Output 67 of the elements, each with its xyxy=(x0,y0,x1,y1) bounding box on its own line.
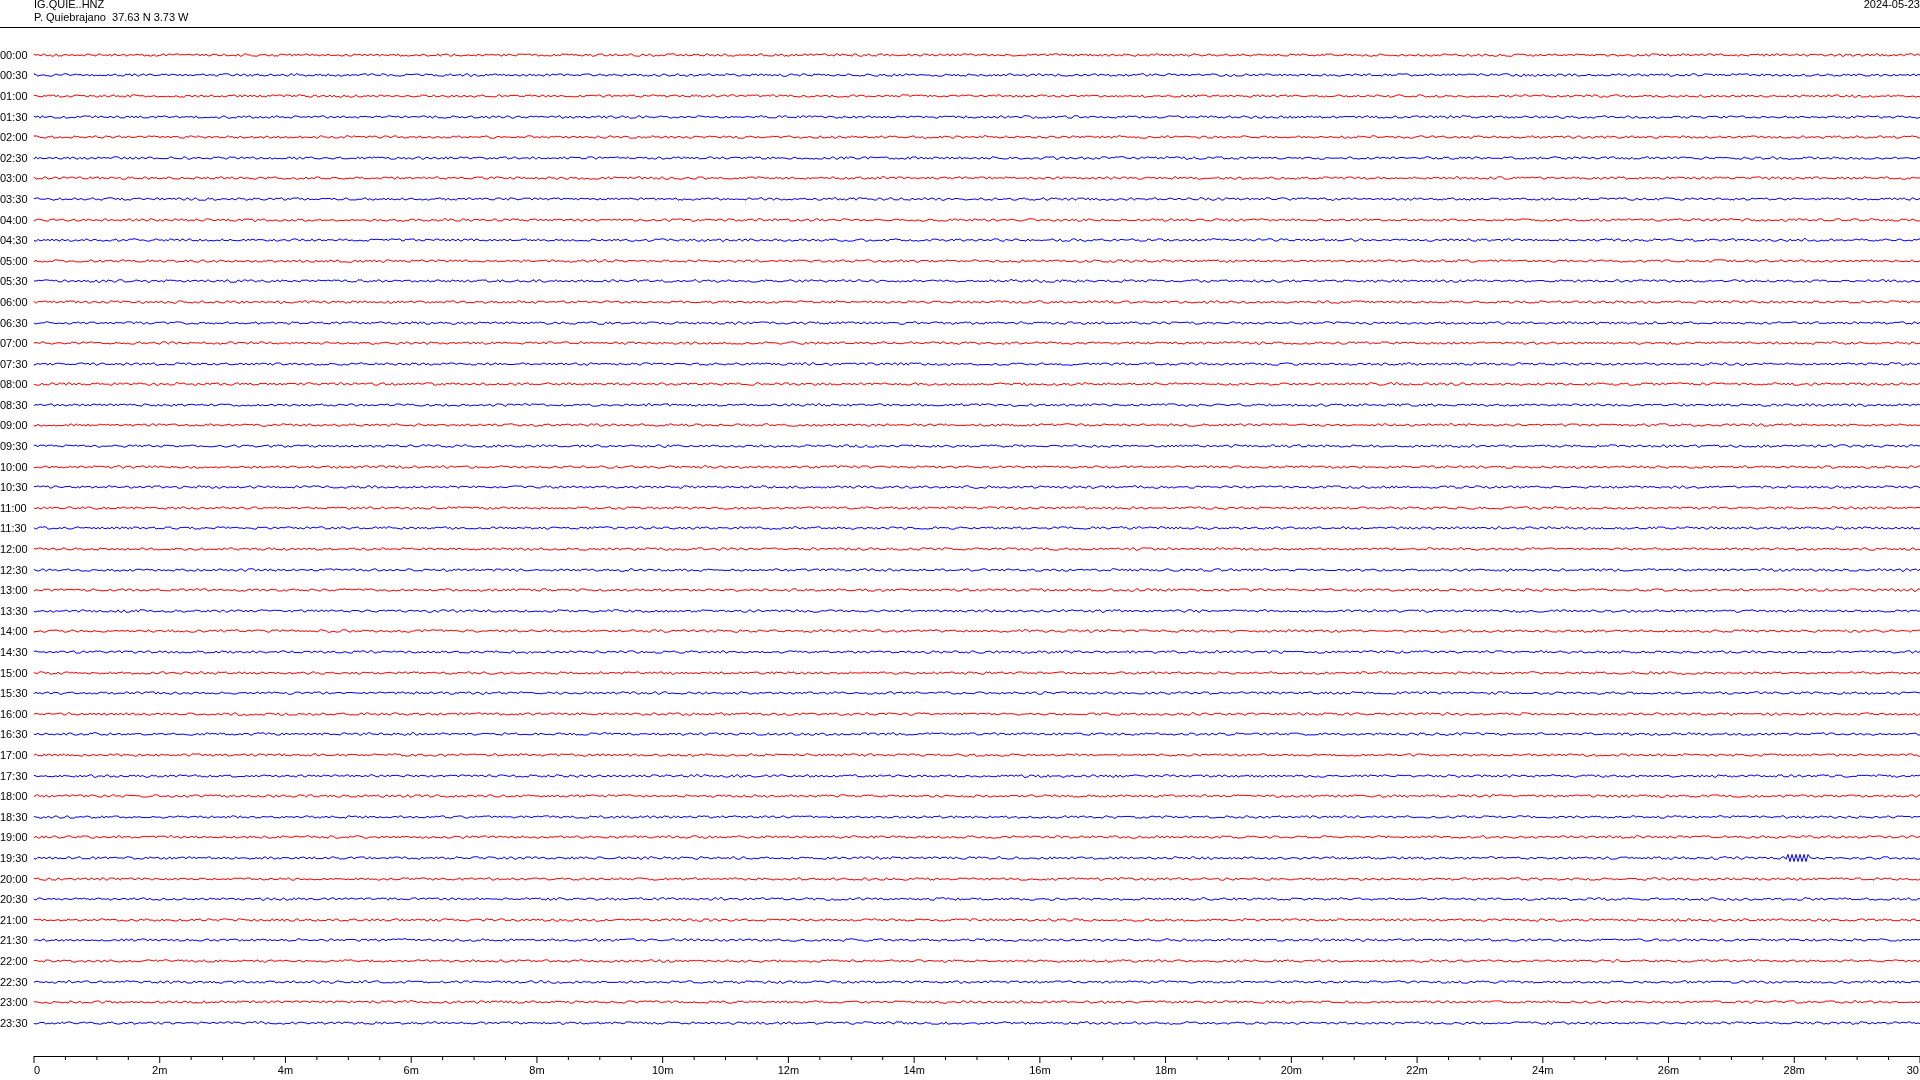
tick-label: 8m xyxy=(529,1064,545,1076)
tick-label: 4m xyxy=(277,1064,294,1076)
time-label: 02:30 xyxy=(0,151,29,164)
time-label: 13:30 xyxy=(0,604,29,617)
time-label: 04:00 xyxy=(0,213,29,226)
time-label: 00:00 xyxy=(0,48,29,61)
tick-label: 24m xyxy=(1532,1064,1554,1076)
station-code: IG.QUIE..HNZ xyxy=(34,0,106,11)
date-label: 2024-05-23 xyxy=(1863,0,1920,11)
tick-label: 22m xyxy=(1406,1064,1428,1076)
tick-label: 30 xyxy=(1906,1064,1919,1076)
time-label: 08:30 xyxy=(0,398,29,411)
time-label: 22:00 xyxy=(0,954,29,967)
tick-label: 10m xyxy=(651,1064,674,1076)
time-label: 04:30 xyxy=(0,234,29,247)
time-label: 23:00 xyxy=(0,996,29,1009)
time-label: 01:30 xyxy=(0,110,29,123)
time-label: 19:00 xyxy=(0,831,29,844)
time-label: 03:00 xyxy=(0,172,29,185)
time-label: 11:30 xyxy=(0,522,28,535)
time-label: 06:30 xyxy=(0,316,29,329)
time-label: 21:00 xyxy=(0,913,29,926)
tick-label: 28m xyxy=(1783,1064,1805,1076)
time-label: 21:30 xyxy=(0,934,29,947)
time-label: 05:30 xyxy=(0,275,29,288)
time-label: 17:30 xyxy=(0,769,29,782)
time-label: 09:30 xyxy=(0,440,29,453)
tick-label: 2m xyxy=(152,1064,168,1076)
time-label: 23:30 xyxy=(0,1016,29,1029)
time-label: 10:00 xyxy=(0,460,29,473)
time-label: 22:30 xyxy=(0,975,29,988)
time-label: 16:30 xyxy=(0,728,29,741)
time-label: 14:00 xyxy=(0,625,29,638)
time-label: 10:30 xyxy=(0,481,29,494)
tick-label: 26m xyxy=(1657,1064,1680,1076)
time-label: 13:00 xyxy=(0,584,29,597)
tick-label: 0 xyxy=(34,1064,41,1076)
time-label: 12:00 xyxy=(0,543,29,556)
tick-label: 16m xyxy=(1029,1064,1051,1076)
time-label: 20:30 xyxy=(0,893,29,906)
time-label: 16:00 xyxy=(0,707,29,720)
station-location: P. Quiebrajano 37.63 N 3.73 W xyxy=(34,11,189,24)
time-label: 03:30 xyxy=(0,192,29,205)
time-label: 19:30 xyxy=(0,851,29,864)
tick-label: 20m xyxy=(1280,1064,1303,1076)
time-label: 07:30 xyxy=(0,357,29,370)
tick-label: 18m xyxy=(1154,1064,1177,1076)
time-label: 18:00 xyxy=(0,790,29,803)
time-label: 11:00 xyxy=(0,501,28,514)
time-label: 00:30 xyxy=(0,69,29,82)
time-label: 15:30 xyxy=(0,687,29,700)
tick-label: 12m xyxy=(777,1064,800,1076)
tick-label: 14m xyxy=(903,1064,925,1076)
time-label: 06:00 xyxy=(0,295,29,308)
time-label: 14:30 xyxy=(0,646,29,658)
time-label: 02:00 xyxy=(0,131,29,144)
time-label: 12:30 xyxy=(0,563,29,576)
time-label: 09:00 xyxy=(0,419,29,432)
time-label: 17:00 xyxy=(0,749,29,761)
time-label: 20:00 xyxy=(0,872,29,885)
time-label: 05:00 xyxy=(0,254,29,267)
time-label: 07:00 xyxy=(0,337,29,350)
tick-label: 6m xyxy=(403,1064,419,1076)
time-label: 08:00 xyxy=(0,378,29,391)
time-label: 15:00 xyxy=(0,666,29,679)
time-label: 01:00 xyxy=(0,90,29,102)
time-label: 18:30 xyxy=(0,810,29,823)
